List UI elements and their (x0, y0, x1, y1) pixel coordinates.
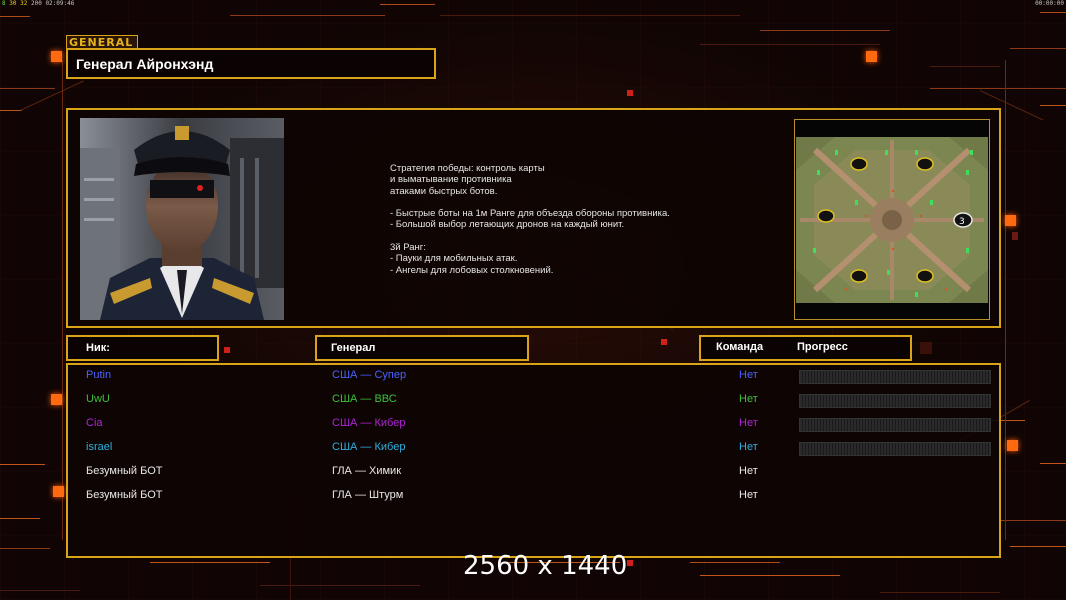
player-row: Безумный БОТ ГЛА — Химик Нет (68, 461, 999, 485)
description-line: атаками быстрых ботов. (390, 185, 498, 197)
player-progress-bar (799, 370, 991, 384)
minimap: 3 (794, 119, 990, 320)
player-general: США — Кибер (332, 417, 406, 429)
general-description: Стратегия победы: контроль карты и выматы… (390, 163, 720, 276)
description-line: 3й Ранг: (390, 242, 426, 254)
header-team-progress: Команда Прогресс (699, 335, 912, 361)
description-line: и выматывание противника (390, 174, 512, 186)
player-nick: UwU (86, 393, 110, 405)
description-line: - Ангелы для лобовых столкновений. (390, 264, 554, 276)
player-team: Нет (739, 369, 758, 381)
players-table: Putin США — Супер Нет UwU США — ВВС Нет Cia США… (66, 363, 1001, 558)
player-general: США — Супер (332, 369, 407, 381)
player-row: Безумный БОТ ГЛА — Штурм Нет (68, 485, 999, 509)
player-row: israel США — Кибер Нет (68, 437, 999, 461)
loading-screen: 8 30 32 200 02:09:46 00:00:00 GENERAL Ге… (0, 0, 1066, 600)
header-progress: Прогресс (797, 341, 848, 353)
general-tag: GENERAL (66, 35, 138, 49)
description-line: - Быстрые боты на 1м Ранге для объезда о… (390, 208, 670, 220)
player-nick: Cia (86, 417, 103, 429)
minimap-player-number: 3 (959, 217, 965, 227)
player-general: ГЛА — Штурм (332, 489, 404, 501)
description-line (390, 197, 720, 208)
description-line: - Пауки для мобильных атак. (390, 253, 518, 265)
player-team: Нет (739, 465, 758, 477)
player-nick: Безумный БОТ (86, 465, 163, 477)
player-team: Нет (739, 489, 758, 501)
description-line: Стратегия победы: контроль карты (390, 163, 545, 174)
header-team: Команда (716, 341, 764, 353)
portrait-image (80, 118, 284, 320)
player-progress-bar (799, 442, 991, 456)
general-portrait (80, 118, 284, 320)
player-general: ГЛА — Химик (332, 465, 402, 477)
resolution-watermark: 2560 x 1440 (463, 551, 628, 581)
description-line: - Большой выбор летающих дронов на кажды… (390, 219, 625, 231)
player-nick: Putin (86, 369, 112, 381)
player-general: США — Кибер (332, 441, 406, 453)
header-nick: Ник: (66, 335, 219, 361)
player-nick: israel (86, 441, 113, 453)
general-name: Генерал Айронхэнд (76, 56, 214, 72)
player-progress-bar (799, 394, 991, 408)
player-progress-bar (799, 418, 991, 432)
player-row: Putin США — Супер Нет (68, 365, 999, 389)
clock: 00:00:00 (1035, 0, 1064, 7)
player-row: UwU США — ВВС Нет (68, 389, 999, 413)
general-title-box: Генерал Айронхэнд (66, 48, 436, 79)
player-row: Cia США — Кибер Нет (68, 413, 999, 437)
player-nick: Безумный БОТ (86, 489, 163, 501)
minimap-image: 3 (795, 120, 989, 319)
header-general: Генерал (315, 335, 529, 361)
description-line (390, 231, 720, 242)
player-team: Нет (739, 393, 758, 405)
player-team: Нет (739, 441, 758, 453)
player-general: США — ВВС (332, 393, 397, 405)
player-team: Нет (739, 417, 758, 429)
debug-stats: 8 30 32 200 02:09:46 (2, 0, 75, 7)
